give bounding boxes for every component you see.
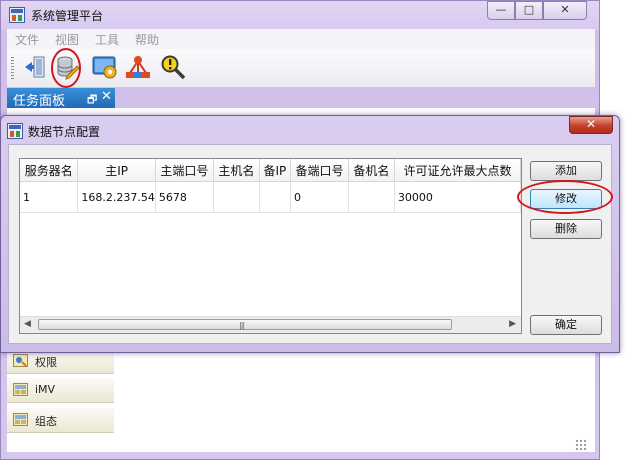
annotation-circle-modify (517, 180, 613, 214)
task-panel-close-icon[interactable]: ✕ (101, 89, 112, 104)
toolbar-grip[interactable] (11, 57, 14, 79)
main-window-title: 系统管理平台 (31, 9, 104, 23)
nav-item-configuration[interactable]: 组态 (7, 408, 114, 433)
data-node-table: 服务器名 主IP 主端口号 主机名 备IP 备端口号 备机名 许可证允许最大点数… (19, 158, 522, 334)
table-header-row: 服务器名 主IP 主端口号 主机名 备IP 备端口号 备机名 许可证允许最大点数 (20, 159, 521, 182)
permissions-icon (13, 354, 28, 367)
dialog-title: 数据节点配置 (28, 125, 101, 139)
column-header[interactable]: 服务器名 (20, 159, 79, 182)
network-topology-icon (126, 56, 150, 78)
scrollbar-grip-icon: ||| (239, 321, 245, 330)
table-cell[interactable]: 1 (20, 181, 79, 213)
table-cell[interactable] (259, 181, 291, 213)
column-header[interactable]: 备IP (259, 159, 291, 182)
toolbar-settings-button[interactable] (91, 53, 119, 81)
app-icon (9, 7, 25, 23)
table-cell[interactable] (213, 181, 260, 213)
data-node-grid: 服务器名 主IP 主端口号 主机名 备IP 备端口号 备机名 许可证允许最大点数… (20, 159, 521, 213)
menu-view[interactable]: 视图 (55, 31, 79, 48)
delete-button[interactable]: 删除 (530, 219, 602, 239)
menubar: 文件 视图 工具 帮助 (7, 29, 595, 49)
imv-icon (13, 383, 28, 396)
configuration-icon (13, 413, 28, 426)
maximize-button[interactable]: □ (515, 1, 543, 20)
table-cell[interactable]: 0 (290, 181, 349, 213)
column-header[interactable]: 主机名 (213, 159, 260, 182)
minimize-button[interactable]: — (487, 1, 515, 20)
data-node-config-dialog: 数据节点配置 ✕ 服务器名 主IP 主端口号 主机名 备IP 备端口号 备机名 … (0, 115, 620, 353)
nav-item-label: iMV (35, 383, 56, 396)
menu-file[interactable]: 文件 (15, 31, 39, 48)
menu-tools[interactable]: 工具 (95, 31, 119, 48)
horizontal-scrollbar[interactable]: ◀ ||| ▶ (20, 316, 521, 333)
toolbar (7, 49, 595, 88)
table-cell[interactable]: 30000 (394, 181, 521, 213)
column-header[interactable]: 主IP (77, 159, 156, 182)
diagnose-icon (161, 55, 186, 80)
task-panel-header: 任务面板 🗗 ✕ (7, 88, 115, 109)
table-row[interactable]: 1 168.2.237.54 5678 0 30000 (20, 181, 521, 213)
scrollbar-thumb[interactable]: ||| (38, 319, 452, 330)
dialog-close-button[interactable]: ✕ (569, 116, 613, 134)
task-panel-title: 任务面板 (13, 94, 66, 109)
column-header[interactable]: 主端口号 (155, 159, 214, 182)
main-titlebar[interactable]: 系统管理平台 — □ ✕ (1, 1, 599, 29)
scroll-left-icon[interactable]: ◀ (24, 319, 31, 329)
dialog-client-area: 服务器名 主IP 主端口号 主机名 备IP 备端口号 备机名 许可证允许最大点数… (8, 144, 612, 344)
column-header[interactable]: 许可证允许最大点数 (394, 159, 521, 182)
nav-item-label: 权限 (35, 356, 57, 369)
table-cell[interactable]: 168.2.237.54 (77, 181, 156, 213)
settings-icon (92, 56, 117, 79)
scroll-right-icon[interactable]: ▶ (509, 319, 516, 329)
column-header[interactable]: 备端口号 (290, 159, 349, 182)
toolbar-network-topology-button[interactable] (124, 53, 152, 81)
toolbar-exit-button[interactable] (21, 53, 49, 81)
table-cell[interactable]: 5678 (155, 181, 214, 213)
close-button[interactable]: ✕ (543, 1, 587, 20)
toolbar-diagnose-button[interactable] (159, 53, 187, 81)
nav-item-imv[interactable]: iMV (7, 378, 114, 403)
annotation-circle-toolbar (51, 48, 81, 88)
resize-grip[interactable] (575, 439, 587, 451)
dialog-app-icon (7, 123, 23, 139)
add-button[interactable]: 添加 (530, 161, 602, 181)
exit-icon (25, 56, 45, 78)
column-header[interactable]: 备机名 (348, 159, 395, 182)
nav-item-label: 组态 (35, 415, 57, 428)
ok-button[interactable]: 确定 (530, 315, 602, 335)
menu-help[interactable]: 帮助 (135, 31, 159, 48)
table-cell[interactable] (348, 181, 395, 213)
